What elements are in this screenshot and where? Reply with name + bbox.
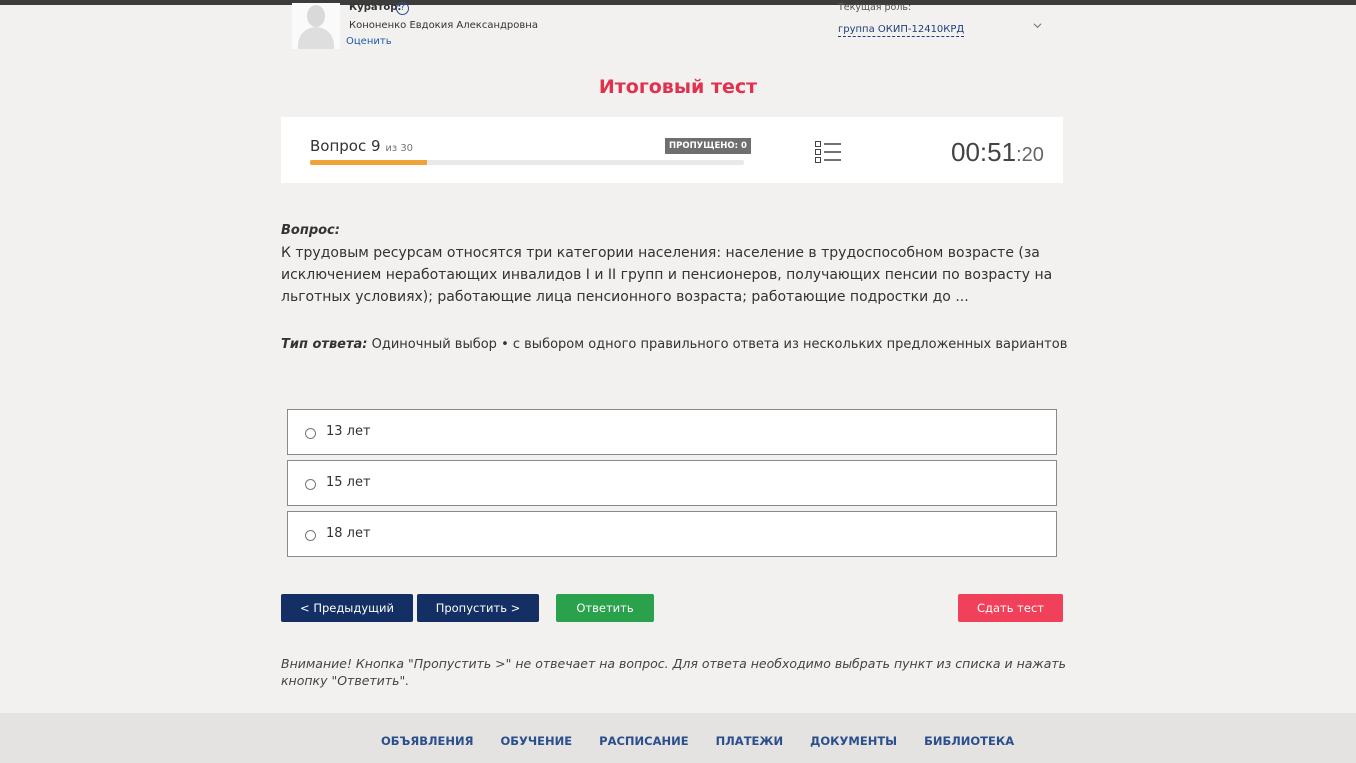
current-role-select[interactable]: группа ОКИП-12410КРД	[838, 24, 965, 37]
progress-card: Вопрос 9 из 30 ПРОПУЩЕНО: 0 00:51:20	[281, 117, 1063, 183]
answer-option-label: 13 лет	[326, 424, 371, 439]
footer-link-schedule[interactable]: РАСПИСАНИЕ	[599, 734, 688, 748]
answer-button[interactable]: Ответить	[556, 594, 654, 622]
question-heading: Вопрос:	[281, 223, 340, 238]
help-icon[interactable]: ?	[396, 2, 409, 15]
footer-link-library[interactable]: БИБЛИОТЕКА	[924, 734, 1014, 748]
avatar-body-shape	[298, 27, 334, 49]
chevron-down-icon[interactable]	[1033, 21, 1042, 30]
timer-seconds: 20	[1021, 144, 1044, 166]
answer-type-value: Одиночный выбор • с выбором одного прави…	[371, 337, 1068, 352]
progress-bar	[310, 160, 744, 165]
curator-name: Кононенко Евдокия Александровна	[349, 20, 538, 31]
question-total: из 30	[385, 143, 414, 154]
answer-option-label: 15 лет	[326, 475, 371, 490]
submit-test-button[interactable]: Сдать тест	[958, 594, 1063, 622]
timer-main: 00:51	[951, 137, 1017, 167]
avatar-head-shape	[307, 5, 325, 27]
answer-type-label: Тип ответа:	[281, 337, 368, 352]
skipped-badge: ПРОПУЩЕНО: 0	[665, 138, 751, 154]
progress-bar-fill	[310, 160, 428, 165]
radio-button[interactable]	[305, 530, 316, 541]
footer-link-payments[interactable]: ПЛАТЕЖИ	[716, 734, 783, 748]
top-bar	[0, 0, 1356, 5]
answer-option-label: 18 лет	[326, 526, 371, 541]
current-role-label: Текущая роль:	[838, 2, 912, 13]
question-text: К трудовым ресурсам относятся три катего…	[281, 245, 1053, 305]
answer-option[interactable]: 18 лет	[287, 511, 1057, 557]
curator-label: Куратор:	[349, 2, 402, 13]
curator-avatar	[292, 3, 340, 49]
footer-link-education[interactable]: ОБУЧЕНИЕ	[500, 734, 572, 748]
footer-link-documents[interactable]: ДОКУМЕНТЫ	[810, 734, 897, 748]
answer-option[interactable]: 15 лет	[287, 460, 1057, 506]
question-counter: Вопрос 9 из 30	[310, 137, 413, 155]
radio-button[interactable]	[305, 479, 316, 490]
answer-type: Тип ответа: Одиночный выбор • с выбором …	[281, 337, 1067, 352]
question-number: Вопрос 9	[310, 137, 381, 155]
timer: 00:51:20	[951, 137, 1044, 168]
previous-button[interactable]: < Предыдущий	[281, 594, 413, 622]
footer-link-announcements[interactable]: ОБЪЯВЛЕНИЯ	[381, 734, 473, 748]
radio-button[interactable]	[305, 428, 316, 439]
question-list-icon[interactable]	[815, 141, 841, 163]
page-title: Итоговый тест	[598, 76, 758, 98]
footer-nav: ОБЪЯВЛЕНИЯ ОБУЧЕНИЕ РАСПИСАНИЕ ПЛАТЕЖИ Д…	[381, 734, 1041, 748]
rate-curator-link[interactable]: Оценить	[346, 36, 392, 47]
skip-button[interactable]: Пропустить >	[417, 594, 539, 622]
answer-option[interactable]: 13 лет	[287, 409, 1057, 455]
footer: ОБЪЯВЛЕНИЯ ОБУЧЕНИЕ РАСПИСАНИЕ ПЛАТЕЖИ Д…	[0, 713, 1356, 763]
skip-warning-text: Внимание! Кнопка "Пропустить >" не отвеч…	[281, 656, 1066, 688]
